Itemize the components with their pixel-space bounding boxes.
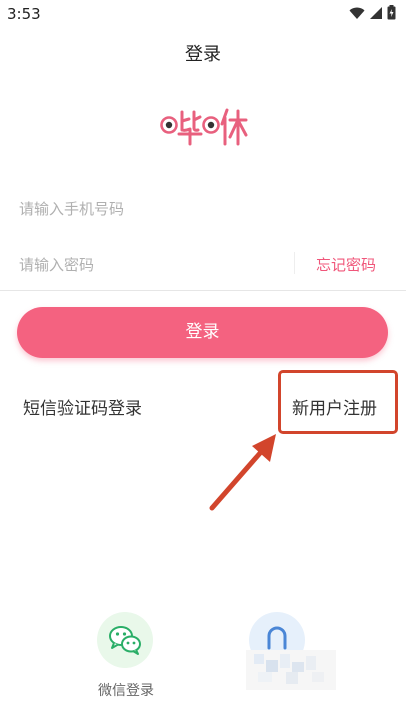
status-bar: 3:53 <box>0 0 406 28</box>
app-logo <box>160 108 248 146</box>
divider <box>0 290 406 291</box>
battery-icon <box>387 5 396 20</box>
login-button[interactable]: 登录 <box>17 307 388 358</box>
phone-field[interactable]: 请输入手机号码 <box>0 182 406 232</box>
sms-login-link[interactable]: 短信验证码登录 <box>23 394 142 419</box>
phone-input[interactable]: 请输入手机号码 <box>19 198 124 219</box>
wechat-login-button[interactable] <box>97 612 153 668</box>
page-title: 登录 <box>185 44 221 65</box>
forgot-password-link[interactable]: 忘记密码 <box>316 254 376 275</box>
annotation-arrow-icon <box>209 434 276 511</box>
password-input[interactable]: 请输入密码 <box>19 254 94 275</box>
wifi-icon <box>349 7 365 19</box>
password-field[interactable]: 请输入密码 忘记密码 <box>0 238 406 288</box>
wechat-login-label: 微信登录 <box>98 683 154 699</box>
annotation-highlight-box <box>278 370 398 434</box>
nav-bar: 登录 <box>0 28 406 72</box>
field-separator <box>294 252 295 274</box>
signal-icon <box>370 6 382 19</box>
wechat-icon <box>109 626 141 655</box>
mosaic-overlay <box>246 650 336 690</box>
status-time: 3:53 <box>7 5 41 23</box>
status-icons <box>349 5 396 20</box>
